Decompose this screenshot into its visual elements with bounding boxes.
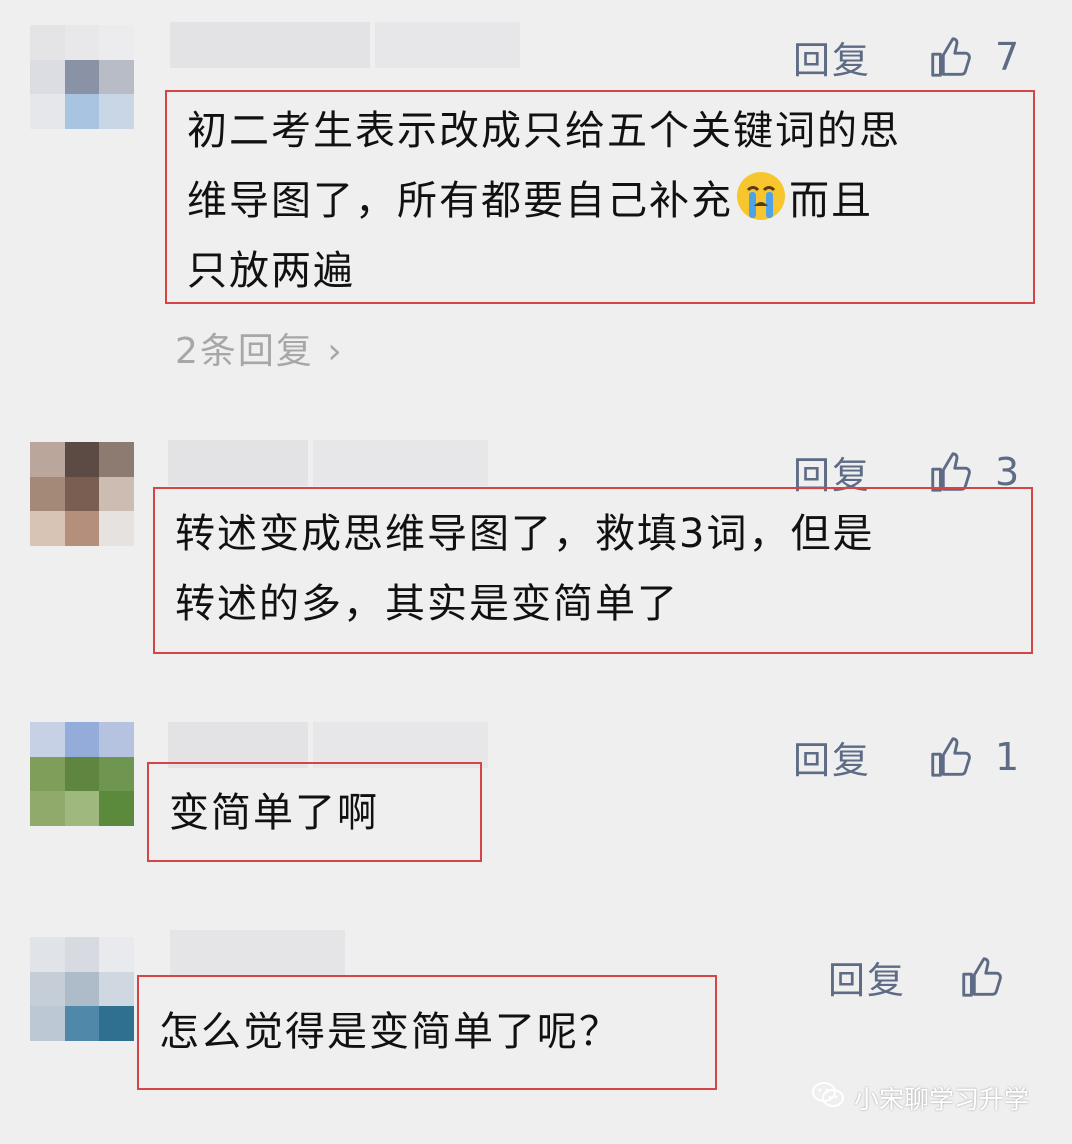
crying-face-emoji — [735, 170, 787, 222]
thumbs-up-icon[interactable] — [958, 954, 1004, 1000]
like-count: 1 — [995, 735, 1020, 779]
avatar[interactable] — [30, 937, 134, 1041]
avatar[interactable] — [30, 25, 134, 129]
comment-text-line: 只放两遍 — [187, 248, 355, 294]
comment-actions: 回复 7 — [793, 30, 1019, 84]
avatar[interactable] — [30, 442, 134, 546]
reply-button[interactable]: 回复 — [793, 30, 871, 84]
comment-text: 初二考生表示改成只给五个关键词的思 维导图了，所有都要自己补充 而且 只放两遍 — [165, 90, 1035, 304]
chevron-right-icon: › — [313, 331, 344, 372]
blurred-username — [168, 440, 488, 486]
comment-text: 变简单了啊 — [147, 762, 482, 862]
reply-button[interactable]: 回复 — [828, 950, 906, 1004]
reply-button[interactable]: 回复 — [793, 730, 871, 784]
watermark: 小宋聊学习升学 — [810, 1077, 1029, 1119]
comment-actions: 回复 1 — [793, 730, 1019, 784]
comment-text-line: 转述的多，其实是变简单了 — [175, 581, 679, 627]
thumbs-up-icon[interactable] — [927, 34, 973, 80]
watermark-text: 小宋聊学习升学 — [854, 1085, 1030, 1114]
comment-text-line: 转述变成思维导图了，救填3词，但是 — [175, 511, 875, 557]
comment-text-span: 维导图了，所有都要自己补充 — [187, 178, 733, 224]
avatar[interactable] — [30, 722, 134, 826]
wechat-icon — [810, 1077, 854, 1119]
blurred-username — [170, 22, 520, 68]
comment-text: 转述变成思维导图了，救填3词，但是 转述的多，其实是变简单了 — [153, 487, 1033, 654]
more-replies-label: 2条回复 — [175, 331, 314, 372]
comment-text-span: 而且 — [789, 178, 873, 224]
comment-text-line: 维导图了，所有都要自己补充 而且 — [187, 166, 1021, 236]
comment-actions: 回复 — [828, 950, 1026, 1004]
comment-text: 怎么觉得是变简单了呢？ — [137, 975, 717, 1090]
comment-text-line: 变简单了啊 — [169, 790, 379, 836]
thumbs-up-icon[interactable] — [927, 734, 973, 780]
like-count: 7 — [995, 35, 1020, 79]
more-replies-link[interactable]: 2条回复 › — [175, 322, 344, 374]
comment-text-line: 怎么觉得是变简单了呢？ — [159, 1009, 621, 1055]
blurred-username — [170, 930, 345, 976]
comment-text-line: 初二考生表示改成只给五个关键词的思 — [187, 108, 901, 154]
